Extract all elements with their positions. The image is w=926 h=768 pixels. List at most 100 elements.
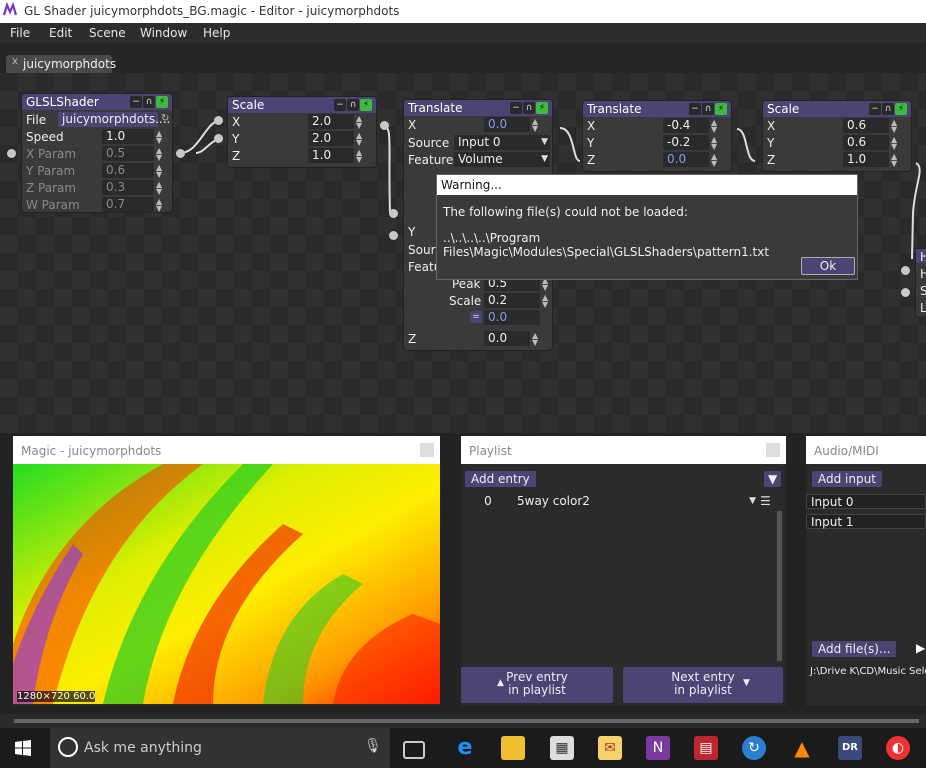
next-entry-button[interactable]: Next entry in playlist ▼: [623, 667, 783, 703]
menu-edit[interactable]: Edit: [49, 26, 72, 40]
collapse-icon[interactable]: −: [869, 103, 881, 115]
enabled-icon[interactable]: ⚡: [715, 103, 727, 115]
combined-field[interactable]: 0.0: [484, 310, 540, 325]
menu-scene[interactable]: Scene: [89, 26, 126, 40]
param-field[interactable]: 0.7: [102, 197, 154, 212]
onenote-icon[interactable]: N: [646, 736, 670, 760]
bypass-icon[interactable]: ∩: [143, 96, 155, 108]
file-path-field[interactable]: J:\Drive K\CD\Music Selection: [806, 664, 926, 679]
microphone-icon[interactable]: 🎙: [364, 738, 382, 754]
menu-help[interactable]: Help: [203, 26, 230, 40]
spinner-icon[interactable]: ▲ ▼: [156, 181, 162, 196]
tab-juicymorphdots[interactable]: x juicymorphdots: [6, 55, 116, 73]
bypass-icon[interactable]: ∩: [882, 103, 894, 115]
bypass-icon[interactable]: ∩: [523, 102, 535, 114]
spinner-icon[interactable]: ▲ ▼: [532, 118, 538, 133]
spinner-icon[interactable]: ▲ ▼: [156, 198, 162, 213]
prev-entry-button[interactable]: ▲ Prev entry in playlist: [461, 667, 613, 703]
horizontal-scrollbar[interactable]: [0, 714, 926, 728]
sync-icon[interactable]: ↻: [742, 736, 766, 760]
input-port[interactable]: [214, 134, 223, 143]
bypass-icon[interactable]: ∩: [347, 99, 359, 111]
dynamic-range-icon[interactable]: DR: [838, 736, 862, 760]
spinner-icon[interactable]: ▲ ▼: [891, 153, 897, 168]
output-port[interactable]: [176, 149, 185, 158]
add-input-button[interactable]: Add input: [812, 471, 882, 487]
edge-icon[interactable]: e: [453, 736, 477, 760]
play-icon[interactable]: ▶: [916, 641, 925, 655]
store-icon[interactable]: ▦: [550, 736, 574, 760]
output-port[interactable]: [380, 121, 389, 130]
z-field[interactable]: 1.0: [843, 152, 889, 167]
app-icon[interactable]: ◐: [886, 736, 910, 760]
scale-field[interactable]: 0.2: [484, 293, 540, 308]
input-port[interactable]: [214, 116, 223, 125]
spinner-icon[interactable]: ▲ ▼: [356, 149, 362, 164]
z-field[interactable]: 0.0: [663, 152, 709, 167]
add-entry-button[interactable]: Add entry: [465, 471, 536, 487]
enabled-icon[interactable]: ⚡: [895, 103, 907, 115]
partial-node[interactable]: H H S L: [916, 249, 926, 317]
dropdown-arrow-icon[interactable]: ▼: [764, 471, 782, 487]
glslshader-node[interactable]: GLSLShader − ∩ ⚡ File juicymorphdots....…: [22, 94, 172, 213]
vlc-icon[interactable]: ▲: [790, 736, 814, 760]
scale-node[interactable]: Scale − ∩ ⚡ X 2.0 Y 2.0 Z 1.0 ▲ ▼ ▲ ▼ ▲ ▼: [228, 97, 376, 167]
spinner-icon[interactable]: ▲ ▼: [356, 132, 362, 147]
spinner-icon[interactable]: ▲ ▼: [891, 136, 897, 151]
ok-button[interactable]: Ok: [801, 257, 855, 275]
feature-dropdown[interactable]: Volume ▼: [454, 152, 550, 167]
spinner-icon[interactable]: ▲ ▼: [156, 147, 162, 162]
input-port[interactable]: [389, 209, 398, 218]
spinner-icon[interactable]: ▲ ▼: [532, 332, 538, 347]
file-explorer-icon[interactable]: [501, 736, 525, 760]
collapse-icon[interactable]: −: [130, 96, 142, 108]
spinner-icon[interactable]: ▲ ▼: [542, 294, 548, 309]
input-item[interactable]: Input 1: [806, 514, 926, 529]
x-field[interactable]: 0.6: [843, 118, 889, 133]
enabled-icon[interactable]: ⚡: [360, 99, 372, 111]
input-item[interactable]: Input 0: [806, 494, 926, 509]
spinner-icon[interactable]: ▲ ▼: [711, 136, 717, 151]
x-field[interactable]: -0.4: [663, 118, 709, 133]
collapse-icon[interactable]: −: [689, 103, 701, 115]
y-field[interactable]: -0.2: [663, 135, 709, 150]
bypass-icon[interactable]: ∩: [702, 103, 714, 115]
collapse-icon[interactable]: −: [510, 102, 522, 114]
source-dropdown[interactable]: Input 0 ▼: [454, 135, 550, 150]
spinner-icon[interactable]: ▲ ▼: [711, 153, 717, 168]
equals-icon[interactable]: =: [470, 311, 482, 323]
file-field[interactable]: juicymorphdots....: [58, 112, 170, 127]
spinner-icon[interactable]: ▲ ▼: [156, 164, 162, 179]
menu-file[interactable]: File: [10, 26, 30, 40]
enabled-icon[interactable]: ⚡: [156, 96, 168, 108]
scale-node[interactable]: Scale − ∩ ⚡ X 0.6 Y 0.6 Z 1.0 ▲ ▼ ▲ ▼ ▲ ▼: [763, 101, 911, 171]
x-field[interactable]: 2.0: [308, 114, 354, 129]
task-view-icon[interactable]: [403, 741, 425, 759]
input-port[interactable]: [389, 231, 398, 240]
entry-dropdown[interactable]: 5way color2 ▼: [513, 494, 758, 509]
z-field[interactable]: 0.0: [484, 331, 530, 346]
y-field[interactable]: 2.0: [308, 131, 354, 146]
tab-close-icon[interactable]: x: [12, 56, 18, 67]
spinner-icon[interactable]: ▲ ▼: [356, 115, 362, 130]
y-field[interactable]: 0.6: [843, 135, 889, 150]
menu-window[interactable]: Window: [140, 26, 187, 40]
mail-icon[interactable]: ✉: [598, 736, 622, 760]
x-field[interactable]: 0.0: [484, 117, 530, 132]
scrollbar[interactable]: [777, 511, 782, 661]
close-icon[interactable]: [420, 443, 434, 457]
enabled-icon[interactable]: ⚡: [536, 102, 548, 114]
spinner-icon[interactable]: ▲ ▼: [891, 119, 897, 134]
spinner-icon[interactable]: ▲ ▼: [711, 119, 717, 134]
param-field[interactable]: 0.6: [102, 163, 154, 178]
param-field[interactable]: 1.0: [102, 129, 154, 144]
spinner-icon[interactable]: ▲ ▼: [156, 130, 162, 145]
close-icon[interactable]: [766, 443, 780, 457]
collapse-icon[interactable]: −: [334, 99, 346, 111]
input-port[interactable]: [901, 266, 910, 275]
input-port[interactable]: [901, 288, 910, 297]
add-files-button[interactable]: Add file(s)...: [812, 641, 897, 657]
param-field[interactable]: 0.3: [102, 180, 154, 195]
reader-icon[interactable]: ▤: [694, 736, 718, 760]
param-field[interactable]: 0.5: [102, 146, 154, 161]
